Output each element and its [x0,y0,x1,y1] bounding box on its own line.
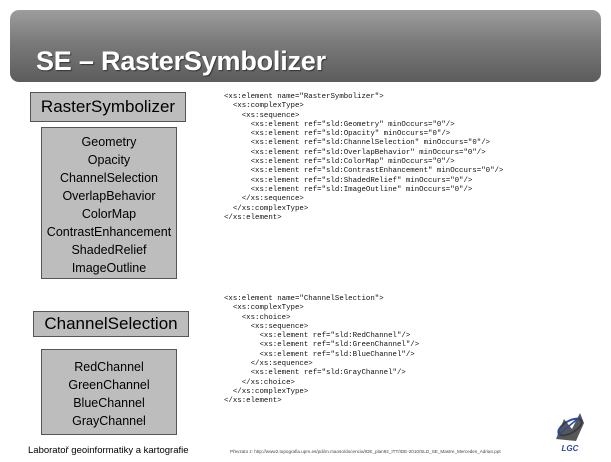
list-item: BlueChannel [73,396,145,410]
channel-selection-schema-code: <xs:element name="ChannelSelection"> <xs… [224,295,420,406]
list-item: ImageOutline [71,261,147,275]
slide-title: SE – RasterSymbolizer [36,46,326,76]
title-banner: SE – RasterSymbolizer [10,10,601,82]
list-item: GrayChannel [72,414,146,428]
list-item: Geometry [81,135,137,149]
list-item: ShadedRelief [71,243,147,257]
raster-symbolizer-list: Geometry Opacity ChannelSelection Overla… [41,127,177,279]
list-item: Opacity [87,153,131,167]
channel-selection-header: ChannelSelection [33,311,189,337]
list-item: OverlapBehavior [62,189,156,203]
list-item: RedChannel [74,360,144,374]
footer-lab-name: Laboratoř geoinformatiky a kartografie [28,445,189,456]
raster-symbolizer-schema-code: <xs:element name="RasterSymbolizer"> <xs… [224,93,504,222]
slide: SE – RasterSymbolizer RasterSymbolizer G… [0,0,611,462]
channel-selection-list: RedChannel GreenChannel BlueChannel Gray… [41,349,177,435]
logo-text: LGC [562,444,579,453]
footer-source: Převzato z: http://www2.topografia.upm.e… [230,449,501,454]
list-item: ChannelSelection [60,171,158,185]
lgc-logo: LGC [556,413,584,453]
list-item: ColorMap [81,207,137,221]
raster-symbolizer-header: RasterSymbolizer [30,92,186,122]
list-item: ContrastEnhancement [46,225,172,239]
list-item: GreenChannel [68,378,150,392]
